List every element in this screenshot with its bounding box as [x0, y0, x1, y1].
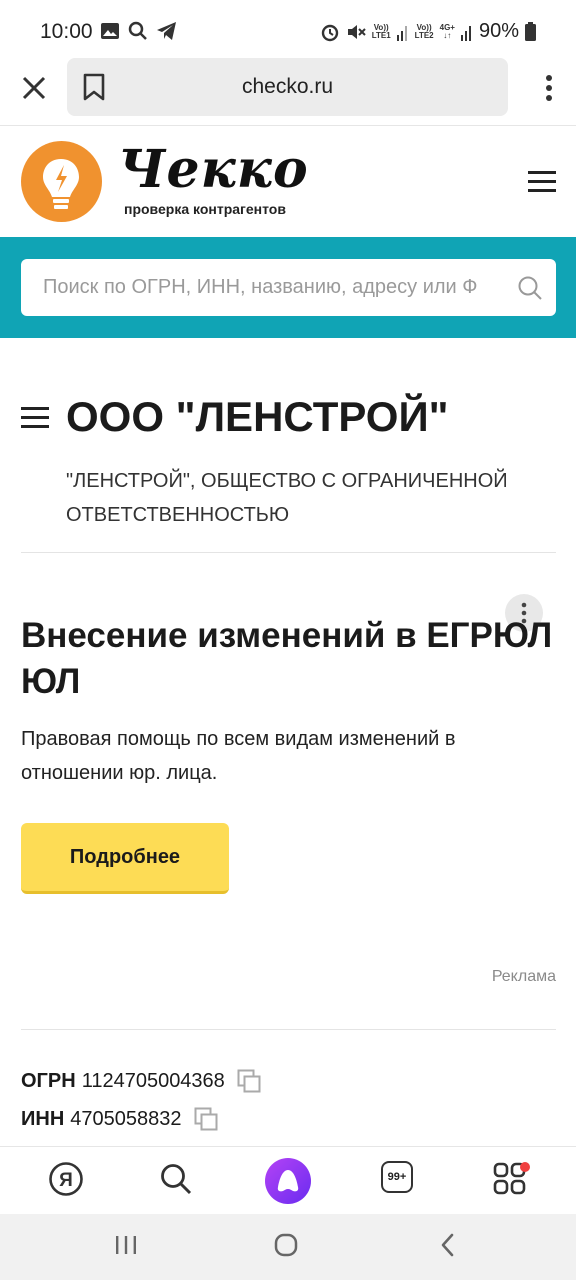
inn-row: ИНН 4705058832	[21, 1107, 218, 1131]
ogrn-value: 1124705004368	[81, 1069, 225, 1092]
search-nav-icon	[161, 1164, 192, 1195]
status-right-icons: Vo)) LTE1 Vo)) LTE2 4G+ ↓↑ 90%	[320, 20, 536, 43]
divider	[21, 552, 556, 553]
more-menu-icon[interactable]	[544, 72, 554, 104]
inn-value: 4705058832	[70, 1107, 182, 1130]
alice-icon	[265, 1158, 311, 1204]
battery-percent: 90%	[478, 20, 519, 42]
data-arrows-icon: ↓↑	[443, 30, 452, 40]
menu-icon[interactable]	[528, 171, 556, 193]
yandex-icon: Я	[49, 1162, 83, 1196]
status-bar: 10:00 Vo)) LTE1 Vo)) LTE2 4G+ ↓↑ 90%	[0, 0, 576, 58]
battery-icon	[525, 22, 536, 41]
ad-more-button[interactable]: Подробнее	[21, 823, 229, 894]
ad-text: Правовая помощь по всем видам изменений …	[21, 728, 456, 784]
search-icon[interactable]	[517, 275, 543, 301]
recent-apps-icon[interactable]	[114, 1232, 138, 1258]
logo-icon[interactable]	[21, 141, 102, 222]
network-indicator: 4G+ ↓↑	[439, 22, 455, 40]
ogrn-row: ОГРН 1124705004368	[21, 1069, 261, 1093]
search-status-icon	[128, 21, 147, 40]
search-input[interactable]	[21, 259, 556, 316]
gallery-icon	[101, 23, 119, 39]
logo-wordmark[interactable]: Чекко	[118, 139, 309, 200]
ad-title[interactable]: Внесение изменений в ЕГРЮЛ ЮЛ	[21, 613, 556, 705]
copy-icon[interactable]	[194, 1107, 218, 1131]
apps-grid-icon	[493, 1162, 530, 1195]
close-tab-icon[interactable]	[18, 72, 50, 104]
section-menu-icon[interactable]	[21, 407, 49, 429]
url-text[interactable]: checko.ru	[67, 75, 508, 99]
sim1-indicator: Vo)) LTE1	[371, 22, 391, 40]
alice-button[interactable]	[264, 1157, 312, 1205]
search-band	[0, 237, 576, 338]
company-title: ООО "ЛЕНСТРОЙ"	[66, 393, 449, 440]
divider	[21, 1029, 556, 1030]
browser-bar: checko.ru	[0, 58, 576, 126]
svg-text:Я: Я	[59, 1170, 73, 1191]
signal-icon	[396, 25, 407, 41]
copy-icon[interactable]	[237, 1069, 261, 1093]
services-button[interactable]	[492, 1161, 532, 1201]
tabs-button[interactable]: 99+	[381, 1161, 421, 1201]
inn-label: ИНН	[21, 1107, 65, 1130]
alarm-icon	[321, 24, 338, 41]
logo-subtitle: проверка контрагентов	[124, 201, 286, 217]
ogrn-label: ОГРН	[21, 1069, 76, 1092]
back-icon[interactable]	[438, 1232, 458, 1258]
yandex-home-button[interactable]: Я	[48, 1161, 88, 1201]
lightbulb-icon	[43, 159, 79, 209]
status-time: 10:00	[40, 20, 93, 43]
telegram-icon	[157, 22, 176, 40]
mute-icon	[347, 24, 366, 39]
sim2-indicator: Vo)) LTE2	[414, 22, 434, 40]
tabs-count-badge: 99+	[381, 1161, 413, 1193]
status-left-icons	[100, 21, 178, 41]
ad-label: Реклама	[491, 968, 556, 985]
system-navigation-bar	[0, 1214, 576, 1280]
address-bar[interactable]: checko.ru	[67, 58, 508, 116]
browser-bottom-nav: Я 99+	[0, 1146, 576, 1214]
search-button[interactable]	[158, 1161, 198, 1201]
company-full-name: "ЛЕНСТРОЙ", ОБЩЕСТВО С ОГРАНИЧЕННОЙ ОТВЕ…	[66, 470, 508, 526]
signal-icon-2	[460, 25, 471, 41]
site-header: Чекко проверка контрагентов	[0, 127, 576, 237]
home-icon[interactable]	[273, 1232, 299, 1258]
